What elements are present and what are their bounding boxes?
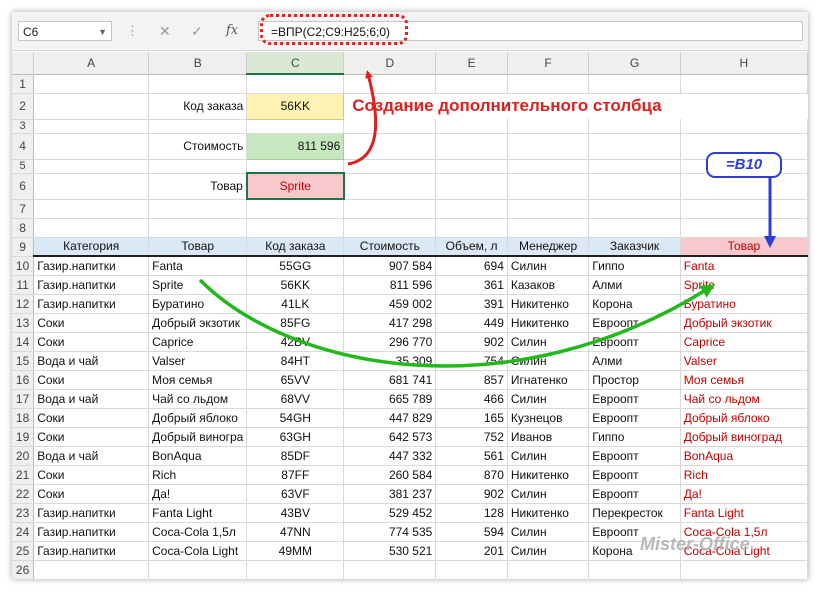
annotation-arrows: [198, 70, 776, 368]
red-arrow: [347, 70, 378, 166]
green-arrow: [198, 278, 715, 368]
excel-window: C6 ▼ ⋮ ✕ ✓ fx =ВПР(C2;C9:H25;6;0) A B C …: [12, 12, 808, 579]
watermark-logo: Mister-Office: [640, 534, 750, 554]
